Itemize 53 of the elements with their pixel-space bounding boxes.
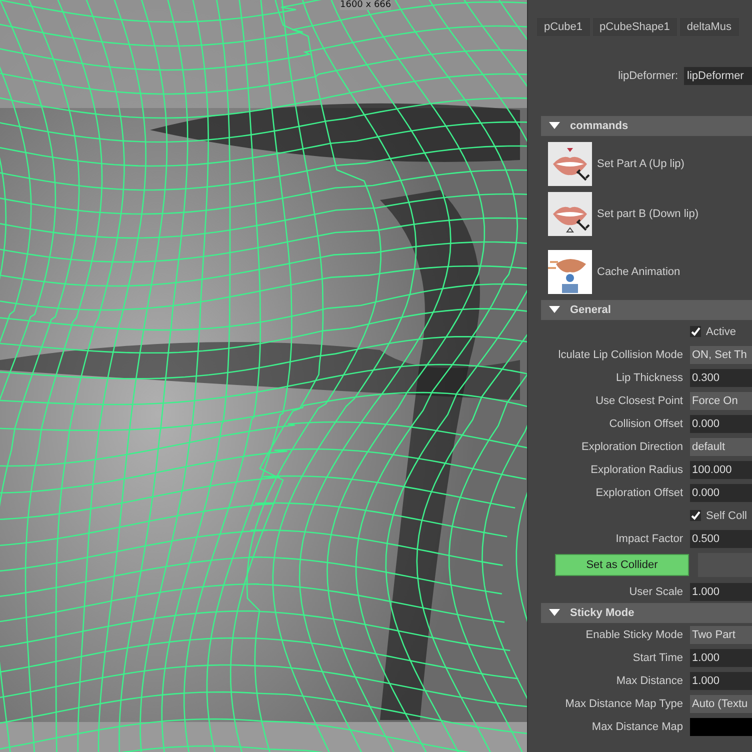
- expand-triangle-icon: [549, 306, 560, 314]
- attribute-label: User Scale: [628, 586, 684, 598]
- set-as-collider-button[interactable]: Set as Collider: [555, 554, 689, 576]
- number-field[interactable]: 1.000: [690, 672, 752, 690]
- attribute-label: Max Distance: [615, 674, 684, 686]
- attribute-label: Impact Factor: [614, 532, 684, 544]
- command-label[interactable]: Set part B (Down lip): [597, 208, 698, 220]
- attribute-label: Start Time: [632, 652, 684, 664]
- command-label[interactable]: Cache Animation: [597, 266, 680, 278]
- number-field[interactable]: 0.500: [690, 530, 752, 548]
- node-tab[interactable]: pCubeShape1: [592, 18, 677, 36]
- dropdown-field[interactable]: default: [690, 438, 752, 456]
- node-tab[interactable]: pCube1: [537, 18, 590, 36]
- checkmark-icon: [690, 510, 701, 521]
- attribute-label: Exploration Offset: [594, 486, 684, 498]
- attribute-label: Max Distance Map: [590, 720, 684, 732]
- checkbox[interactable]: [690, 326, 701, 337]
- number-field[interactable]: 1.000: [690, 582, 752, 600]
- number-field[interactable]: 0.300: [690, 368, 752, 386]
- expand-triangle-icon: [549, 609, 560, 617]
- node-name-field[interactable]: lipDeformer: [684, 67, 752, 85]
- checkbox-label: Active: [706, 326, 736, 338]
- dropdown-field[interactable]: Auto (Textu: [690, 694, 752, 712]
- attribute-label: Enable Sticky Mode: [584, 628, 684, 640]
- resolution-label: 1600 x 666: [340, 0, 392, 10]
- dropdown-field[interactable]: Force On: [690, 392, 752, 410]
- checkbox[interactable]: [690, 510, 701, 521]
- number-field[interactable]: 1.000: [690, 648, 752, 666]
- dropdown-field[interactable]: ON, Set Th: [690, 346, 752, 364]
- command-label[interactable]: Set Part A (Up lip): [597, 158, 684, 170]
- upper-lip-wrench-icon: [548, 142, 592, 186]
- dropdown-field[interactable]: Two Part: [690, 626, 752, 644]
- section-header[interactable]: General: [541, 300, 752, 320]
- number-field[interactable]: 100.000: [690, 460, 752, 478]
- checkmark-icon: [690, 326, 701, 337]
- expand-triangle-icon: [549, 122, 560, 130]
- section-header[interactable]: commands: [541, 116, 752, 136]
- attribute-label: Lip Thickness: [614, 372, 684, 384]
- attribute-label: Collision Offset: [608, 418, 684, 430]
- node-tab[interactable]: deltaMus: [680, 18, 739, 36]
- map-field[interactable]: [690, 718, 752, 736]
- number-field[interactable]: 0.000: [690, 484, 752, 502]
- lower-lip-wrench-icon: [548, 192, 592, 236]
- node-label: lipDeformer:: [618, 70, 678, 82]
- section-header[interactable]: Sticky Mode: [541, 603, 752, 623]
- attribute-label: Exploration Radius: [590, 464, 684, 476]
- lips-cache-icon: [548, 250, 592, 294]
- number-field[interactable]: 0.000: [690, 414, 752, 432]
- attribute-label: lculate Lip Collision Mode: [557, 348, 684, 360]
- attribute-label: Max Distance Map Type: [564, 698, 684, 710]
- attribute-label: Exploration Direction: [580, 440, 684, 452]
- checkbox-label: Self Coll: [706, 510, 747, 522]
- attribute-label: Use Closest Point: [594, 394, 684, 406]
